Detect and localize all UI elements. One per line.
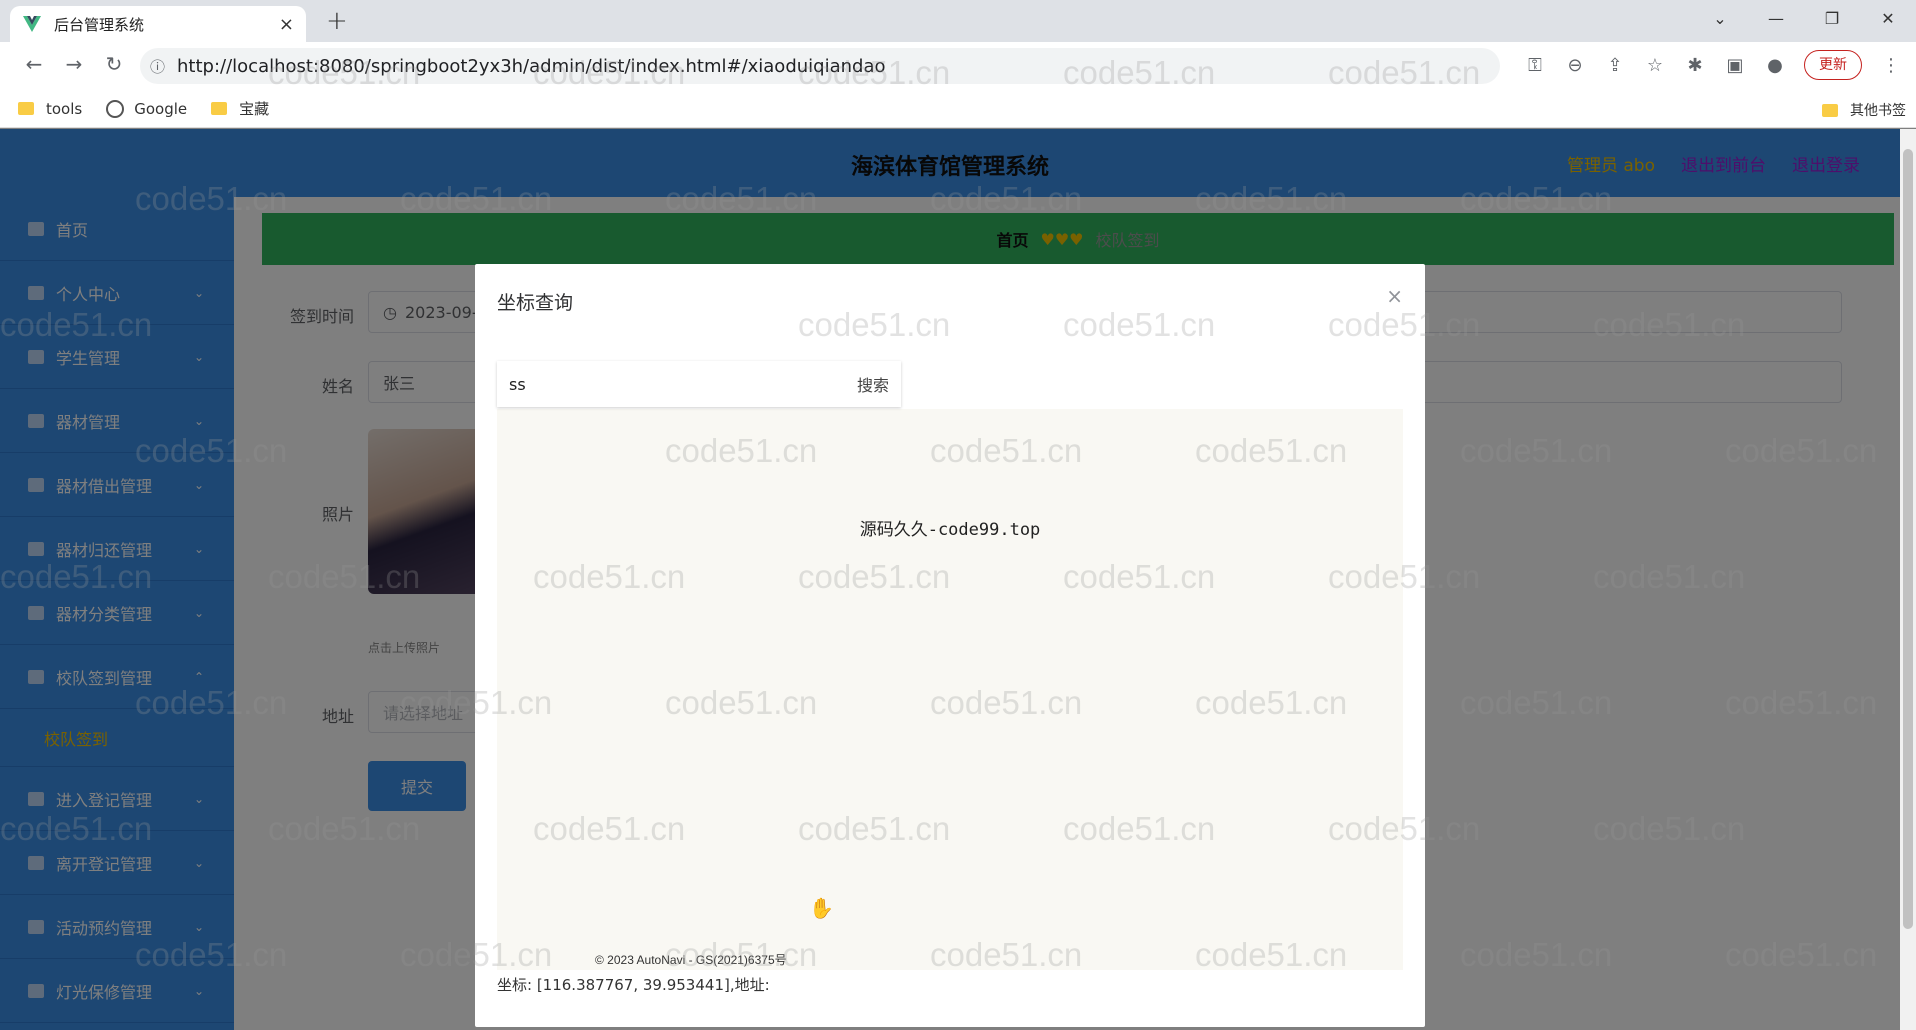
url-bar[interactable]: ⓘ http://localhost:8080/springboot2yx3h/… [140, 48, 1500, 84]
globe-icon [106, 99, 125, 118]
share-icon[interactable]: ⇪ [1604, 55, 1626, 76]
dialog-title: 坐标查询 [497, 292, 574, 314]
url-text[interactable]: http://localhost:8080/springboot2yx3h/ad… [177, 56, 885, 77]
page-scrollbar[interactable] [1900, 129, 1916, 1030]
update-button[interactable]: 更新 [1804, 50, 1862, 80]
vue-logo-icon [23, 16, 41, 32]
bookmark-label: tools [46, 99, 83, 118]
coordinate-readout: 坐标: [116.387767, 39.953441],地址: [497, 976, 770, 994]
bookmark-tools[interactable]: tools [18, 100, 82, 118]
other-bookmarks[interactable]: 其他书签 [1822, 100, 1906, 120]
browser-tabbar: 后台管理系统 × + ⌄ — ❐ ✕ [0, 0, 1916, 42]
folder-icon [1822, 103, 1838, 117]
other-bookmarks-label: 其他书签 [1850, 103, 1906, 119]
close-icon[interactable]: × [1386, 284, 1403, 308]
map-center-text: 源码久久-code99.top [859, 520, 1041, 540]
bookmark-google[interactable]: Google [106, 99, 188, 118]
browser-tab[interactable]: 后台管理系统 × [10, 6, 306, 42]
sidepanel-icon[interactable]: ▣ [1724, 55, 1746, 76]
key-icon[interactable]: ⚿ [1524, 55, 1546, 76]
address-bar-row: ← → ↻ ⓘ http://localhost:8080/springboot… [0, 42, 1916, 90]
close-window-icon[interactable]: ✕ [1860, 0, 1916, 38]
menu-icon[interactable]: ⋮ [1880, 55, 1902, 76]
bookmark-label: Google [134, 99, 188, 118]
zoom-icon[interactable]: ⊖ [1564, 55, 1586, 76]
star-icon[interactable]: ☆ [1644, 55, 1666, 76]
hand-cursor-icon: ✋ [809, 896, 834, 920]
map-search: ss 搜索 [497, 361, 901, 407]
restore-icon[interactable]: ❐ [1804, 0, 1860, 38]
bookmark-label: 宝藏 [239, 100, 270, 118]
new-tab-button[interactable]: + [326, 6, 348, 36]
window-controls: ⌄ — ❐ ✕ [1692, 0, 1916, 38]
folder-icon [18, 102, 34, 115]
reload-icon[interactable]: ↻ [94, 52, 134, 76]
map-search-button[interactable]: 搜索 [845, 372, 901, 396]
map-copyright: © 2023 AutoNavi - GS(2021)6375号 [595, 953, 787, 967]
tab-title: 后台管理系统 [54, 15, 145, 34]
toolbar-icons: ⚿ ⊖ ⇪ ☆ ✱ ▣ ● 更新 ⋮ [1524, 50, 1902, 80]
nav-buttons: ← → ↻ [14, 52, 134, 76]
profile-icon[interactable]: ● [1764, 55, 1786, 76]
minimize-icon[interactable]: — [1748, 0, 1804, 38]
bookmark-treasure[interactable]: 宝藏 [211, 98, 269, 119]
bookmarks-bar: tools Google 宝藏 其他书签 [0, 90, 1916, 128]
site-info-icon[interactable]: ⓘ [150, 56, 165, 77]
tab-search-icon[interactable]: ⌄ [1692, 0, 1748, 38]
map-canvas[interactable]: 源码久久-code99.top ✋ © 2023 AutoNavi - GS(2… [497, 409, 1403, 970]
forward-icon[interactable]: → [54, 52, 94, 76]
folder-icon [211, 102, 228, 115]
back-icon[interactable]: ← [14, 52, 54, 76]
scrollbar-thumb[interactable] [1903, 149, 1913, 929]
tab-close-icon[interactable]: × [279, 14, 294, 35]
coordinate-dialog: 坐标查询 × ss 搜索 源码久久-code99.top ✋ © 2023 Au… [475, 264, 1425, 1027]
map-search-input[interactable]: ss [509, 375, 845, 394]
extensions-icon[interactable]: ✱ [1684, 55, 1706, 76]
